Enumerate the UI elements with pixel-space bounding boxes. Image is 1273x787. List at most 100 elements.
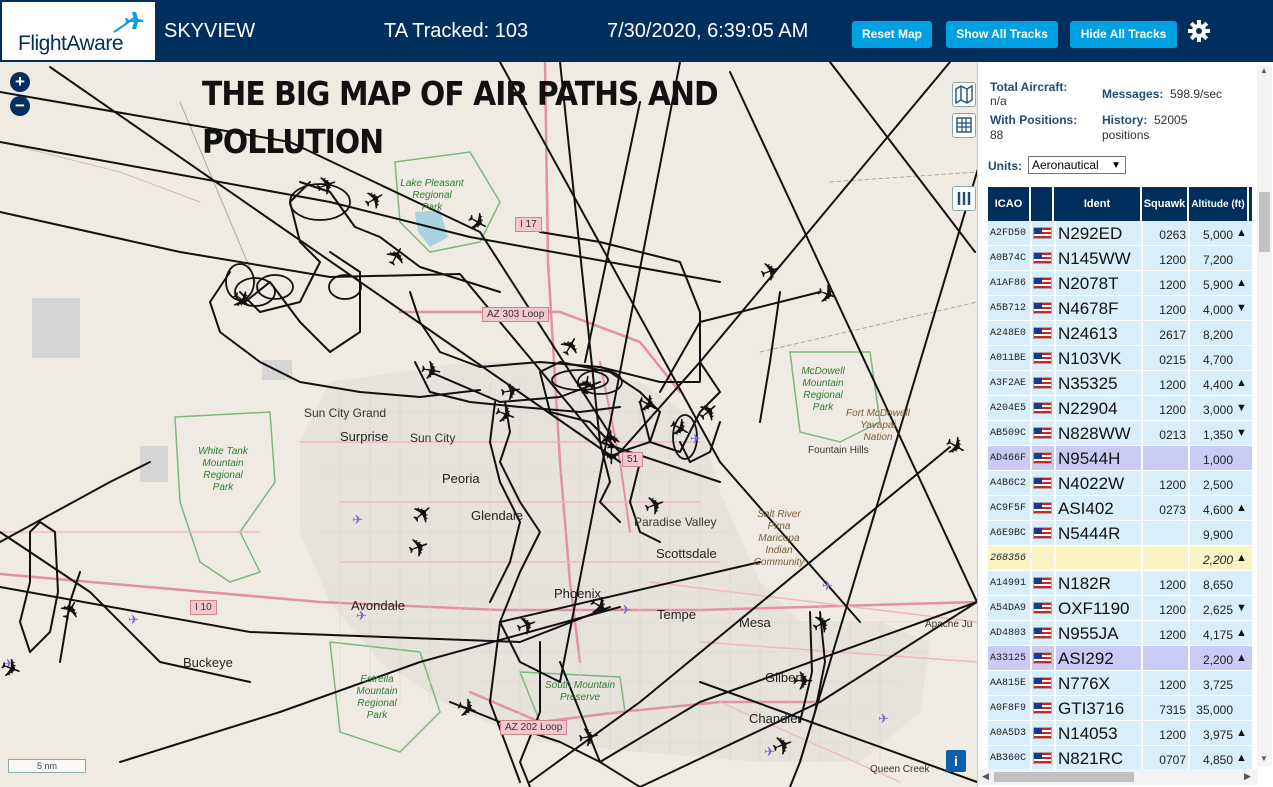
column-divider [1054, 371, 1056, 396]
vertical-scroll-thumb[interactable] [1259, 192, 1270, 252]
table-row[interactable]: A0B74C N145WW 1200 7,200 [988, 246, 1252, 271]
scroll-down-icon[interactable]: ▼ [1260, 754, 1268, 763]
column-divider [1054, 696, 1056, 721]
grid-toggle-button[interactable] [952, 113, 976, 138]
table-row[interactable]: AA815E N776X 1200 3,725 [988, 671, 1252, 696]
info-button[interactable]: i [946, 750, 966, 772]
column-header-ident[interactable]: Ident [1054, 187, 1142, 221]
us-flag-icon [1033, 577, 1052, 589]
show-all-tracks-button[interactable]: Show All Tracks [946, 21, 1058, 48]
table-row[interactable]: A248E0 N24613 2617 8,200 [988, 321, 1252, 346]
horizontal-scroll-thumb[interactable] [994, 772, 1134, 782]
place-surprise: Surprise [340, 429, 389, 444]
table-row[interactable]: A204E5 N22904 1200 3,000 ▼ [988, 396, 1252, 421]
horizontal-scrollbar[interactable]: ◀ ▶ [978, 769, 1258, 785]
park-name-line: Regional [357, 698, 397, 709]
us-flag-icon [1033, 427, 1052, 439]
map-layers-button[interactable] [952, 82, 976, 107]
park-estrella: Estrella Mountain Regional Park [344, 674, 410, 722]
vertical-scrollbar[interactable]: ▲ ▼ [1257, 66, 1272, 766]
place-sun-city: Sun City [410, 431, 456, 445]
table-row[interactable]: A0A5D3 N14053 1200 3,975 ▲ [988, 721, 1252, 746]
us-flag-icon [1033, 252, 1052, 264]
us-flag-icon [1033, 452, 1052, 464]
scroll-left-icon[interactable]: ◀ [982, 771, 989, 782]
column-divider [1030, 746, 1032, 771]
table-row[interactable]: 268356 2,200 ▲ [988, 546, 1252, 571]
table-row[interactable]: A33125 ASI292 2,200 ▲ [988, 646, 1252, 671]
us-flag-icon [1033, 527, 1052, 539]
cell-squawk: 1200 [1159, 403, 1186, 417]
column-header-altitude[interactable]: Altitude (ft) [1189, 187, 1249, 221]
table-row[interactable]: A2FD50 N292ED 0263 5,000 ▲ [988, 221, 1252, 246]
cell-icao: A2FD50 [990, 228, 1027, 239]
cell-altitude: 4,000 [1202, 303, 1233, 317]
table-row[interactable]: A1AF86 N2078T 1200 5,900 ▲ [988, 271, 1252, 296]
cell-altitude: 7,200 [1202, 253, 1233, 267]
column-header-icao[interactable]: ICAO [988, 187, 1031, 221]
table-row[interactable]: A4B6C2 N4022W 1200 2,500 [988, 471, 1252, 496]
table-row[interactable]: AB360C N821RC 0707 4,850 ▲ [988, 746, 1252, 771]
road-shield-i17: I 17 [515, 217, 542, 232]
table-row[interactable]: A3F2AE N35325 1200 4,400 ▲ [988, 371, 1252, 396]
place-tempe: Tempe [657, 607, 697, 622]
messages-label: Messages: [1102, 87, 1164, 101]
place-buckeye: Buckeye [183, 655, 233, 670]
place-peoria: Peoria [442, 471, 480, 486]
scale-bar: 5 nm [8, 759, 86, 773]
column-header-flag[interactable] [1031, 187, 1054, 221]
cell-icao: A011BE [990, 353, 1027, 364]
reservation-name-line: Maricopa [758, 533, 800, 544]
table-row[interactable]: A011BE N103VK 0215 4,700 [988, 346, 1252, 371]
flightaware-logo[interactable]: FlightAware [0, 0, 157, 62]
place-chandler: Chandler [749, 711, 802, 726]
map-view[interactable]: ✈ ✈ ✈ ✈ ✈ ✈ ✈ ✈ ✈ ✈ ✈ ✈ ✈ ✈ ✈ ✈ ✈ ✈ ✈ ✈ … [0, 62, 977, 787]
cell-squawk: 0707 [1159, 753, 1186, 767]
gear-icon[interactable] [1187, 19, 1211, 43]
cell-altitude: 3,975 [1202, 728, 1233, 742]
cell-icao: A6E9BC [990, 528, 1027, 539]
cell-squawk: 1200 [1159, 278, 1186, 292]
us-flag-icon [1033, 402, 1052, 414]
column-divider [1030, 521, 1032, 546]
column-divider [1030, 296, 1032, 321]
cell-ident: N821RC [1058, 749, 1124, 768]
cell-icao: A1AF86 [990, 278, 1027, 289]
table-row[interactable]: A6E9BC N5444R 9,900 [988, 521, 1252, 546]
zoom-out-button[interactable]: − [10, 96, 30, 116]
table-row[interactable]: A5B712 N4678F 1200 4,000 ▼ [988, 296, 1252, 321]
scroll-right-icon[interactable]: ▶ [1244, 771, 1251, 782]
scroll-up-icon[interactable]: ▲ [1260, 66, 1268, 75]
column-toggle-button[interactable] [952, 186, 976, 211]
reservation-name-line: Yavapai [860, 420, 896, 431]
table-row[interactable]: A0F8F9 GTI3716 7315 35,000 [988, 696, 1252, 721]
hide-all-tracks-button[interactable]: Hide All Tracks [1070, 21, 1177, 48]
with-positions-value: 88 [990, 128, 1004, 142]
park-name-line: Regional [412, 190, 452, 201]
altitude-trend-icon: ▼ [1236, 427, 1247, 439]
table-row[interactable]: AD4803 N955JA 1200 4,175 ▲ [988, 621, 1252, 646]
cell-ident: N182R [1058, 574, 1111, 593]
table-row[interactable]: AC9F5F ASI402 0273 4,600 ▲ [988, 496, 1252, 521]
map-basemap: ✈ ✈ ✈ ✈ ✈ ✈ ✈ ✈ ✈ ✈ ✈ ✈ ✈ ✈ ✈ ✈ ✈ ✈ ✈ ✈ … [0, 62, 977, 787]
svg-text:✈: ✈ [553, 330, 590, 364]
units-select[interactable]: Aeronautical ▼ [1028, 156, 1126, 174]
column-header-squawk[interactable]: Squawk [1142, 187, 1189, 221]
table-row[interactable]: AB509C N828WW 0213 1,350 ▼ [988, 421, 1252, 446]
park-name-line: Park [212, 482, 234, 493]
clock-datetime: 7/30/2020, 6:39:05 AM [607, 20, 809, 42]
place-fountain-hills: Fountain Hills [808, 445, 869, 456]
reset-map-button[interactable]: Reset Map [852, 21, 932, 48]
park-name-line: Mountain [802, 378, 844, 389]
cell-altitude: 5,000 [1202, 228, 1233, 242]
table-row[interactable]: AD466F N9544H 1,000 [988, 446, 1252, 471]
cell-squawk: 7315 [1159, 703, 1186, 717]
park-name-line: Preserve [559, 692, 600, 703]
us-flag-icon [1033, 227, 1052, 239]
cell-squawk: 2617 [1159, 328, 1186, 342]
cell-squawk: 1200 [1159, 253, 1186, 267]
table-row[interactable]: A14991 N182R 1200 8,650 [988, 571, 1252, 596]
table-row[interactable]: A54DA9 OXF1190 1200 2,625 ▼ [988, 596, 1252, 621]
zoom-in-button[interactable]: + [10, 72, 30, 92]
cell-icao: A248E0 [990, 328, 1027, 339]
